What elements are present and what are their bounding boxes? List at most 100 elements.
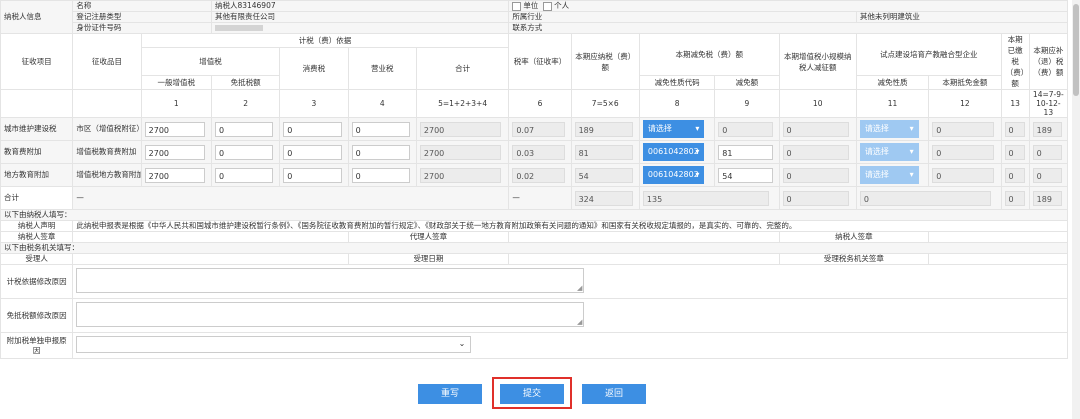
pilot-code-value: 请选择 — [864, 170, 889, 179]
colnum: 14=7-9-10-12-13 — [1028, 89, 1069, 118]
taxpayer-sign-label-2: 纳税人签章 — [778, 231, 930, 243]
colnum: 9 — [714, 89, 780, 118]
relief-amount-input[interactable]: 54 — [718, 167, 773, 183]
colnum: 10 — [778, 89, 857, 118]
reset-button[interactable]: 重写 — [418, 384, 482, 404]
taxpayer-fill-heading: 以下由纳税人填写： — [0, 209, 1068, 221]
paid-field: 0 — [1004, 121, 1025, 137]
small-vat-field: 0 — [782, 121, 850, 137]
header-subitem: 征收品目 — [72, 33, 142, 90]
small-vat-field: 0 — [782, 167, 850, 183]
name-label: 名称 — [72, 0, 212, 12]
unit-option-label: 单位 — [523, 1, 539, 11]
general-vat-input[interactable]: 2700 — [144, 121, 205, 137]
total-field: 2700 — [419, 167, 502, 183]
total-refund-field: 189 — [1032, 190, 1063, 206]
redacted-id-bar — [214, 25, 263, 31]
colnum: 4 — [347, 89, 417, 118]
basis-change-textarea[interactable]: ◢ — [76, 267, 585, 293]
business-input[interactable]: 0 — [351, 144, 410, 160]
accept-date-area — [508, 253, 780, 265]
authority-fill-heading: 以下由税务机关填写： — [0, 242, 1068, 254]
row-subitem: 增值税地方教育附加 — [72, 163, 142, 187]
consumption-input[interactable]: 0 — [283, 121, 342, 137]
consumption-input[interactable]: 0 — [283, 167, 342, 183]
relief-amount-field: 0 — [718, 121, 773, 137]
general-vat-input[interactable]: 2700 — [144, 167, 205, 183]
individual-checkbox[interactable] — [543, 1, 553, 11]
unit-checkbox[interactable] — [512, 1, 522, 11]
consumption-input[interactable]: 0 — [283, 144, 342, 160]
refund-field: 0 — [1032, 167, 1063, 183]
header-basis: 计税（费）依据 — [140, 33, 510, 48]
back-button[interactable]: 返回 — [582, 384, 646, 404]
pilot-code-select[interactable]: 请选择 ▾ — [859, 143, 919, 161]
vertical-scrollbar[interactable] — [1072, 0, 1080, 419]
taxpayer-sign-area — [72, 231, 349, 243]
relief-code-value: 0061042802 — [647, 147, 699, 156]
relief-code-select[interactable]: 0061042802 ▾ — [642, 166, 705, 184]
refund-field: 189 — [1032, 121, 1063, 137]
total-paid-field: 0 — [1004, 190, 1025, 206]
total-small-vat-field: 0 — [782, 190, 850, 206]
pilot-amount-field: 0 — [932, 167, 995, 183]
pilot-amount-field: 0 — [932, 121, 995, 137]
payable-field: 81 — [574, 144, 633, 160]
exempt-vat-input[interactable]: 0 — [214, 121, 274, 137]
header-small-vat: 本期增值税小规模纳税人减征额 — [778, 33, 857, 90]
total-row: 合计 — — 324 135 0 0 0 189 — [0, 186, 1069, 210]
id-number-value — [210, 22, 510, 34]
refund-field: 0 — [1032, 144, 1063, 160]
total-row-dash: — — [508, 186, 572, 210]
exempt-vat-input[interactable]: 0 — [214, 144, 274, 160]
business-input[interactable]: 0 — [351, 121, 410, 137]
accept-date-label: 受理日期 — [347, 253, 510, 265]
taxpayer-sign-area-2 — [928, 231, 1068, 243]
general-vat-input[interactable]: 2700 — [144, 144, 205, 160]
relief-amount-input[interactable]: 81 — [718, 144, 773, 160]
rate-field: 0.07 — [512, 121, 565, 137]
header-rate: 税率（征收率） — [508, 33, 572, 90]
caret-down-icon: ▾ — [695, 170, 700, 179]
caret-down-icon: ▾ — [909, 147, 914, 156]
authority-sign-label: 受理税务机关签章 — [778, 253, 930, 265]
id-type-label: 身份证件号码 — [72, 22, 212, 34]
colnum: 13 — [1000, 89, 1030, 118]
header-payable: 本期应纳税（费）额 — [570, 33, 640, 90]
pilot-code-select[interactable]: 请选择 ▾ — [859, 120, 919, 138]
relief-code-value: 请选择 — [647, 124, 672, 133]
business-input[interactable]: 0 — [351, 167, 410, 183]
basis-change-label: 计税依据修改原因 — [0, 264, 74, 299]
relief-code-select[interactable]: 请选择 ▾ — [642, 120, 705, 138]
colnum: 11 — [855, 89, 930, 118]
header-general-vat: 一般增值税 — [140, 75, 212, 90]
table-row: 城市维护建设税 市区（增值税附征） 2700 0 0 0 2700 0.07 1… — [0, 117, 1069, 141]
agent-sign-area — [508, 231, 780, 243]
total-payable-field: 324 — [574, 190, 633, 206]
header-item: 征收项目 — [0, 33, 74, 90]
colnum: 6 — [508, 89, 572, 118]
colnum: 5=1+2+3+4 — [415, 89, 510, 118]
total-field: 2700 — [419, 144, 502, 160]
separate-reason-select[interactable]: ⌄ — [76, 335, 472, 353]
colnum: 12 — [928, 89, 1002, 118]
resize-grip-icon[interactable]: ◢ — [577, 284, 582, 292]
exempt-change-textarea[interactable]: ◢ — [76, 301, 585, 327]
scrollbar-thumb[interactable] — [1073, 4, 1079, 96]
pilot-code-select[interactable]: 请选择 ▾ — [859, 166, 919, 184]
declaration-form: 纳税人信息 名称 纳税人83146907 单位 个人 登记注册类型 其他有限责任… — [0, 0, 1069, 359]
colnum: 8 — [638, 89, 716, 118]
row-item: 教育费附加 — [0, 140, 74, 164]
resize-grip-icon[interactable]: ◢ — [577, 318, 582, 326]
rate-field: 0.02 — [512, 167, 565, 183]
header-relief-amount: 减免额 — [714, 75, 780, 90]
rate-field: 0.03 — [512, 144, 565, 160]
pilot-amount-field: 0 — [932, 144, 995, 160]
header-consumption: 消费税 — [279, 47, 349, 90]
industry-label: 所属行业 — [508, 11, 857, 23]
payable-field: 189 — [574, 121, 633, 137]
relief-code-select[interactable]: 0061042802 ▾ — [642, 143, 705, 161]
exempt-vat-input[interactable]: 0 — [214, 167, 274, 183]
header-relief-code: 减免性质代码 — [638, 75, 716, 90]
payable-field: 54 — [574, 167, 633, 183]
